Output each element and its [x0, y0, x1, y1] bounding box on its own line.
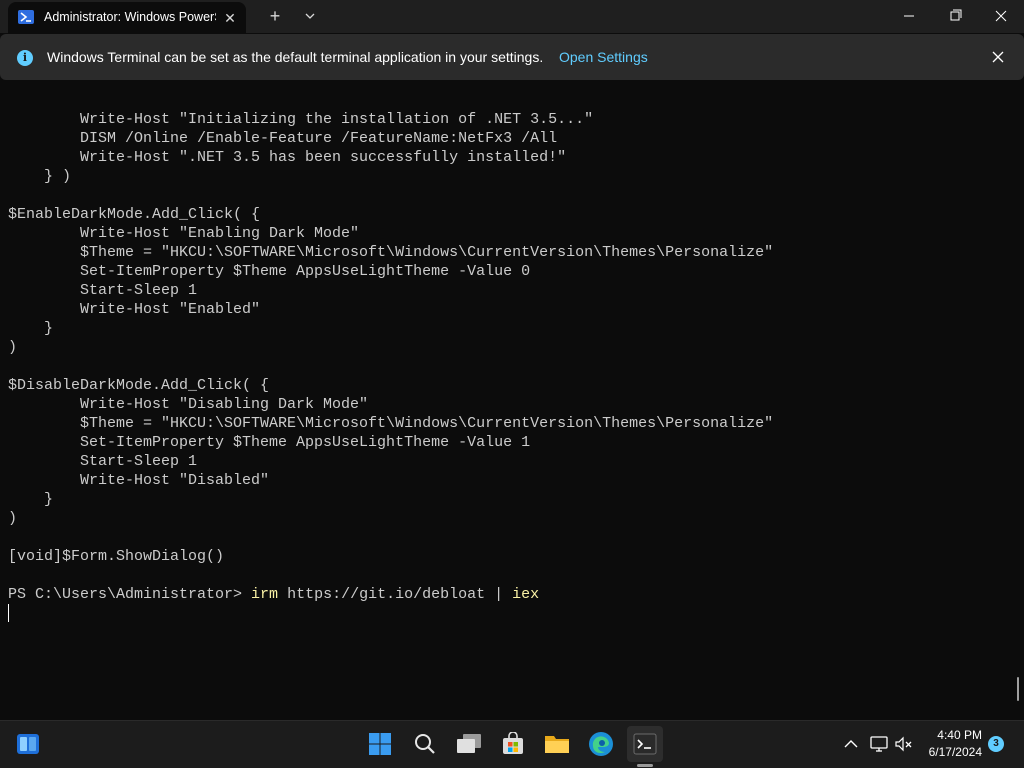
volume-button[interactable] [886, 726, 922, 762]
scrollbar-thumb[interactable] [1017, 677, 1019, 701]
console-line: } [8, 491, 54, 508]
command-iex: iex [512, 586, 540, 603]
info-icon: i [17, 50, 33, 66]
file-explorer-button[interactable] [539, 726, 575, 762]
console-line: } ) [8, 168, 72, 185]
console-line: Write-Host "Enabled" [8, 301, 261, 318]
tab-dropdown-button[interactable] [298, 4, 322, 28]
terminal-button[interactable] [627, 726, 663, 762]
console-line: $Theme = "HKCU:\SOFTWARE\Microsoft\Windo… [8, 244, 774, 261]
search-icon [415, 734, 435, 754]
file-explorer-icon [545, 736, 569, 753]
open-settings-link[interactable]: Open Settings [559, 49, 648, 65]
console-line: Start-Sleep 1 [8, 282, 198, 299]
console-line: $DisableDarkMode.Add_Click( { [8, 377, 270, 394]
close-icon[interactable]: ✕ [220, 8, 240, 28]
chevron-up-icon [844, 740, 858, 748]
terminal-icon [633, 733, 657, 755]
powershell-icon [18, 10, 34, 24]
title-bar: Administrator: Windows PowerShell ✕ + [0, 0, 1024, 33]
console-line: Write-Host "Disabling Dark Mode" [8, 396, 369, 413]
volume-muted-icon [895, 736, 912, 752]
prompt-path: PS C:\Users\Administrator> [8, 586, 252, 603]
console-line: Write-Host "Enabling Dark Mode" [8, 225, 360, 242]
store-icon [503, 732, 523, 754]
command-args: https://git.io/debloat | [278, 586, 513, 603]
console-line: Write-Host ".NET 3.5 has been successful… [8, 149, 567, 166]
maximize-button[interactable] [932, 0, 978, 33]
plus-icon: + [269, 6, 281, 26]
console-line: ) [8, 339, 18, 356]
tab-title: Administrator: Windows PowerShell [44, 10, 216, 24]
console-line: } [8, 320, 54, 337]
info-message: Windows Terminal can be set as the defau… [47, 49, 544, 65]
store-button[interactable] [495, 726, 531, 762]
edge-button[interactable] [583, 726, 619, 762]
close-icon [992, 51, 1004, 63]
console-line: DISM /Online /Enable-Feature /FeatureNam… [8, 130, 558, 147]
close-icon [995, 10, 1007, 22]
minimize-button[interactable] [886, 0, 932, 33]
console-line: Set-ItemProperty $Theme AppsUseLightThem… [8, 434, 531, 451]
notification-badge[interactable]: 3 [988, 736, 1004, 752]
console-line: Set-ItemProperty $Theme AppsUseLightThem… [8, 263, 531, 280]
console-line: $EnableDarkMode.Add_Click( { [8, 206, 261, 223]
start-button[interactable] [362, 726, 398, 762]
start-icon [369, 733, 391, 755]
maximize-icon [950, 9, 962, 21]
widgets-icon [17, 734, 39, 754]
console-line: Write-Host "Disabled" [8, 472, 270, 489]
console-line: $Theme = "HKCU:\SOFTWARE\Microsoft\Windo… [8, 415, 774, 432]
console-line: Start-Sleep 1 [8, 453, 198, 470]
edge-icon [589, 732, 613, 756]
new-tab-button[interactable]: + [262, 4, 288, 28]
task-view-icon [457, 734, 481, 753]
console-line: [void]$Form.ShowDialog() [8, 548, 225, 565]
tab-powershell[interactable]: Administrator: Windows PowerShell ✕ [8, 2, 246, 33]
minimize-icon [904, 15, 914, 17]
console-line: ) [8, 510, 18, 527]
close-window-button[interactable] [978, 0, 1024, 33]
info-bar-close-button[interactable] [988, 47, 1008, 67]
text-cursor [8, 604, 9, 622]
task-view-button[interactable] [451, 726, 487, 762]
console-line: Write-Host "Initializing the installatio… [8, 111, 594, 128]
widgets-button[interactable] [10, 726, 46, 762]
search-button[interactable] [407, 726, 443, 762]
prompt-line: PS C:\Users\Administrator> irm https://g… [8, 585, 539, 604]
chevron-down-icon [305, 13, 315, 19]
active-app-indicator [637, 764, 653, 767]
clock-time[interactable]: 4:40 PM [920, 728, 982, 742]
clock-date[interactable]: 6/17/2024 [920, 745, 982, 759]
command-irm: irm [251, 586, 279, 603]
